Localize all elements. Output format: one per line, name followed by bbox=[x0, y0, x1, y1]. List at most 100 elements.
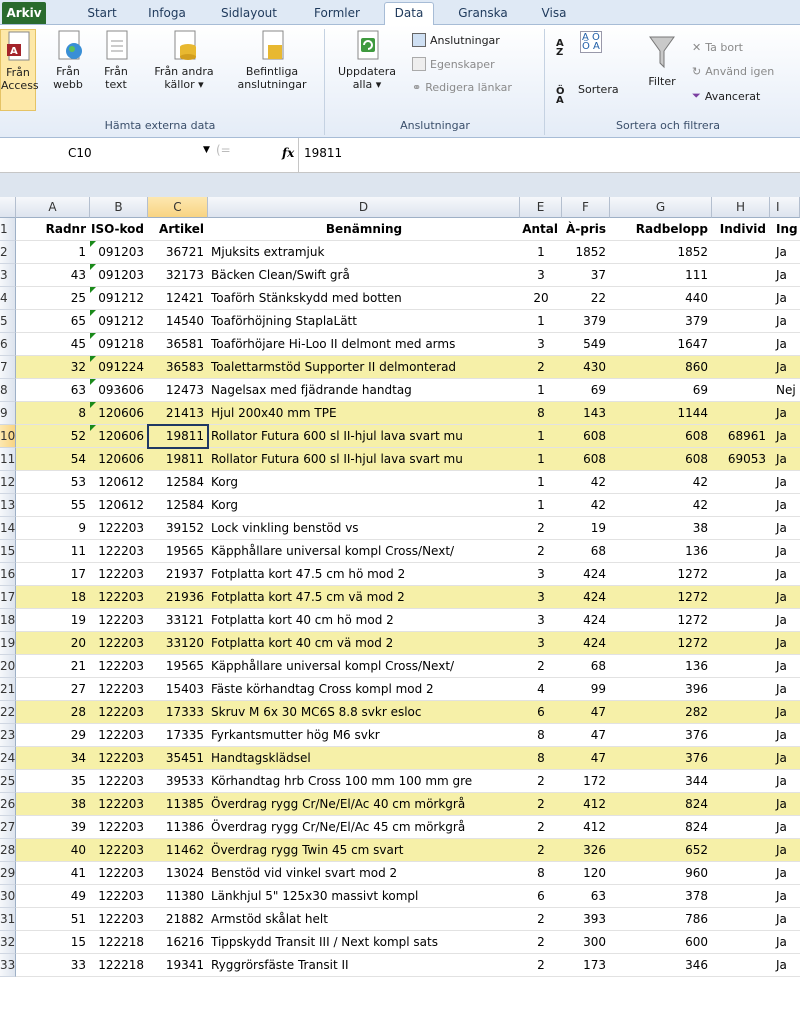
table-cell[interactable]: 38 bbox=[610, 517, 712, 539]
table-cell[interactable]: 122203 bbox=[90, 678, 148, 700]
table-cell[interactable]: 120 bbox=[562, 862, 610, 884]
row-header[interactable]: 32 bbox=[0, 931, 16, 954]
table-cell[interactable]: 1144 bbox=[610, 402, 712, 424]
properties-button[interactable]: Egenskaper bbox=[412, 57, 495, 71]
table-cell[interactable]: 2 bbox=[520, 839, 562, 861]
table-cell[interactable]: 21 bbox=[16, 655, 90, 677]
table-cell[interactable]: Fotplatta kort 47.5 cm hö mod 2 bbox=[208, 563, 520, 585]
table-cell[interactable]: 430 bbox=[562, 356, 610, 378]
table-cell[interactable]: Ja bbox=[770, 816, 800, 838]
table-cell[interactable]: 15403 bbox=[148, 678, 208, 700]
table-cell[interactable]: 652 bbox=[610, 839, 712, 861]
table-cell[interactable]: 549 bbox=[562, 333, 610, 355]
table-cell[interactable]: Hjul 200x40 mm TPE bbox=[208, 402, 520, 424]
table-cell[interactable]: 2 bbox=[520, 954, 562, 976]
table-cell[interactable]: 122203 bbox=[90, 586, 148, 608]
table-cell[interactable]: Ja bbox=[770, 931, 800, 953]
table-cell[interactable]: Ja bbox=[770, 586, 800, 608]
table-cell[interactable]: 379 bbox=[610, 310, 712, 332]
table-cell[interactable]: Ja bbox=[770, 701, 800, 723]
row-header[interactable]: 17 bbox=[0, 586, 16, 609]
table-cell[interactable]: 346 bbox=[610, 954, 712, 976]
table-cell[interactable]: 608 bbox=[562, 425, 610, 447]
table-cell[interactable]: 39 bbox=[16, 816, 90, 838]
table-cell[interactable] bbox=[712, 471, 770, 493]
table-cell[interactable]: 2 bbox=[520, 908, 562, 930]
table-cell[interactable]: 1 bbox=[16, 241, 90, 263]
table-cell[interactable]: 9 bbox=[16, 517, 90, 539]
table-cell[interactable] bbox=[712, 885, 770, 907]
table-cell[interactable]: Ryggrörsfäste Transit II bbox=[208, 954, 520, 976]
table-cell[interactable]: Antal bbox=[520, 218, 562, 240]
table-cell[interactable]: 2 bbox=[520, 793, 562, 815]
row-header[interactable]: 15 bbox=[0, 540, 16, 563]
table-cell[interactable] bbox=[712, 770, 770, 792]
table-cell[interactable]: 35 bbox=[16, 770, 90, 792]
existing-connections-button[interactable]: Befintliga anslutningar bbox=[232, 29, 312, 91]
table-cell[interactable]: 68 bbox=[562, 655, 610, 677]
table-cell[interactable]: 20 bbox=[16, 632, 90, 654]
table-cell[interactable] bbox=[712, 701, 770, 723]
table-cell[interactable]: 393 bbox=[562, 908, 610, 930]
table-cell[interactable]: 1 bbox=[520, 310, 562, 332]
edit-links-button[interactable]: ⚭ Redigera länkar bbox=[412, 81, 512, 94]
row-header[interactable]: 21 bbox=[0, 678, 16, 701]
table-cell[interactable]: Fäste körhandtag Cross kompl mod 2 bbox=[208, 678, 520, 700]
filter-button[interactable]: Filter bbox=[642, 33, 682, 88]
table-cell[interactable]: 25 bbox=[16, 287, 90, 309]
row-header[interactable]: 27 bbox=[0, 816, 16, 839]
row-header[interactable]: 11 bbox=[0, 448, 16, 471]
table-cell[interactable]: Radnr bbox=[16, 218, 90, 240]
row-header[interactable]: 3 bbox=[0, 264, 16, 287]
table-cell[interactable]: 122203 bbox=[90, 517, 148, 539]
sort-za-button[interactable]: ÖA bbox=[556, 87, 565, 106]
from-web-button[interactable]: Från webb bbox=[48, 29, 88, 91]
row-header[interactable]: 20 bbox=[0, 655, 16, 678]
table-cell[interactable]: 120612 bbox=[90, 494, 148, 516]
table-cell[interactable]: Ja bbox=[770, 954, 800, 976]
table-cell[interactable]: 41 bbox=[16, 862, 90, 884]
table-cell[interactable]: Överdrag rygg Cr/Ne/El/Ac 45 cm mörkgrå bbox=[208, 816, 520, 838]
table-cell[interactable]: 396 bbox=[610, 678, 712, 700]
table-cell[interactable]: 15 bbox=[16, 931, 90, 953]
table-cell[interactable]: Ja bbox=[770, 563, 800, 585]
table-cell[interactable]: 122203 bbox=[90, 793, 148, 815]
table-cell[interactable]: Fotplatta kort 47.5 cm vä mod 2 bbox=[208, 586, 520, 608]
advanced-filter-button[interactable]: ⏷ Avancerat bbox=[692, 89, 760, 103]
table-cell[interactable]: Ja bbox=[770, 448, 800, 470]
row-header[interactable]: 28 bbox=[0, 839, 16, 862]
table-cell[interactable] bbox=[712, 632, 770, 654]
table-cell[interactable]: Överdrag rygg Cr/Ne/El/Ac 40 cm mörkgrå bbox=[208, 793, 520, 815]
table-cell[interactable]: 99 bbox=[562, 678, 610, 700]
column-header-d[interactable]: D bbox=[208, 197, 520, 218]
table-cell[interactable]: Ja bbox=[770, 609, 800, 631]
table-cell[interactable]: 17333 bbox=[148, 701, 208, 723]
table-cell[interactable]: Toaförh Stänkskydd med botten bbox=[208, 287, 520, 309]
table-cell[interactable]: 32173 bbox=[148, 264, 208, 286]
row-header[interactable]: 26 bbox=[0, 793, 16, 816]
row-header[interactable]: 33 bbox=[0, 954, 16, 977]
table-cell[interactable]: 1 bbox=[520, 494, 562, 516]
row-header[interactable]: 31 bbox=[0, 908, 16, 931]
connections-button[interactable]: Anslutningar bbox=[412, 33, 500, 47]
table-cell[interactable]: 68961 bbox=[712, 425, 770, 447]
column-header-h[interactable]: H bbox=[712, 197, 770, 218]
table-cell[interactable]: 3 bbox=[520, 333, 562, 355]
table-cell[interactable]: Ja bbox=[770, 356, 800, 378]
table-cell[interactable]: 1852 bbox=[610, 241, 712, 263]
sort-button[interactable]: Sortera bbox=[578, 83, 619, 96]
table-cell[interactable]: 8 bbox=[520, 862, 562, 884]
table-cell[interactable]: Skruv M 6x 30 MC6S 8.8 svkr esloc bbox=[208, 701, 520, 723]
table-cell[interactable]: 824 bbox=[610, 816, 712, 838]
table-cell[interactable]: 122203 bbox=[90, 816, 148, 838]
table-cell[interactable]: 36583 bbox=[148, 356, 208, 378]
table-cell[interactable]: 2 bbox=[520, 655, 562, 677]
table-cell[interactable]: 2 bbox=[520, 356, 562, 378]
clear-filter-button[interactable]: ✕ Ta bort bbox=[692, 41, 743, 54]
table-cell[interactable]: 136 bbox=[610, 540, 712, 562]
row-header[interactable]: 8 bbox=[0, 379, 16, 402]
table-cell[interactable] bbox=[712, 402, 770, 424]
table-cell[interactable]: 47 bbox=[562, 747, 610, 769]
table-cell[interactable]: 42 bbox=[562, 471, 610, 493]
row-header[interactable]: 1 bbox=[0, 218, 16, 241]
